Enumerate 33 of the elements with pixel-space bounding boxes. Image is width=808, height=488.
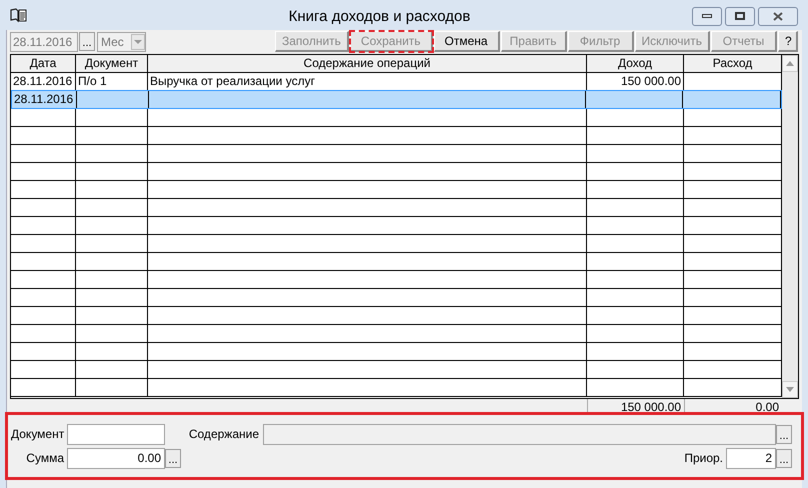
scroll-up-icon[interactable] (782, 55, 798, 72)
priority-label: Приор. (684, 450, 724, 467)
maximize-button[interactable] (725, 6, 755, 26)
expense-total: 0.00 (684, 399, 782, 415)
date-picker-button[interactable]: ... (79, 32, 95, 51)
table-cell: Выручка от реализации услуг (150, 74, 315, 88)
column-header[interactable]: Доход (587, 55, 684, 72)
book-icon (10, 7, 27, 23)
sum-field[interactable]: 0.00 (67, 448, 165, 468)
table-row[interactable]: 28.11.2016 (11, 90, 782, 109)
document-label: Документ (11, 426, 66, 443)
minimize-button[interactable] (692, 6, 722, 26)
column-header[interactable]: Дата (11, 55, 76, 72)
toolbar-button[interactable]: Отмена (434, 31, 500, 52)
table-cell: П/о 1 (78, 74, 107, 88)
sum-label: Сумма (25, 450, 65, 467)
table-cell: 150 000.00 (620, 74, 681, 88)
sum-picker-button[interactable]: ... (165, 448, 181, 468)
column-header[interactable]: Содержание операций (148, 55, 587, 72)
close-icon (773, 12, 783, 20)
table-cell: 28.11.2016 (14, 92, 74, 106)
income-total: 150 000.00 (587, 399, 684, 415)
window-title: Книга доходов и расходов (288, 6, 472, 27)
close-button[interactable] (758, 6, 798, 26)
content-label: Содержание (188, 426, 260, 443)
priority-field[interactable]: 2 (726, 448, 776, 468)
toolbar-button[interactable]: ? (778, 31, 798, 52)
table-cell: 28.11.2016 (13, 74, 72, 88)
column-header[interactable]: Документ (76, 55, 148, 72)
scrollbar[interactable] (782, 55, 798, 398)
document-field[interactable] (67, 424, 165, 444)
scroll-down-icon[interactable] (782, 381, 798, 398)
priority-picker-button[interactable]: ... (776, 448, 792, 468)
